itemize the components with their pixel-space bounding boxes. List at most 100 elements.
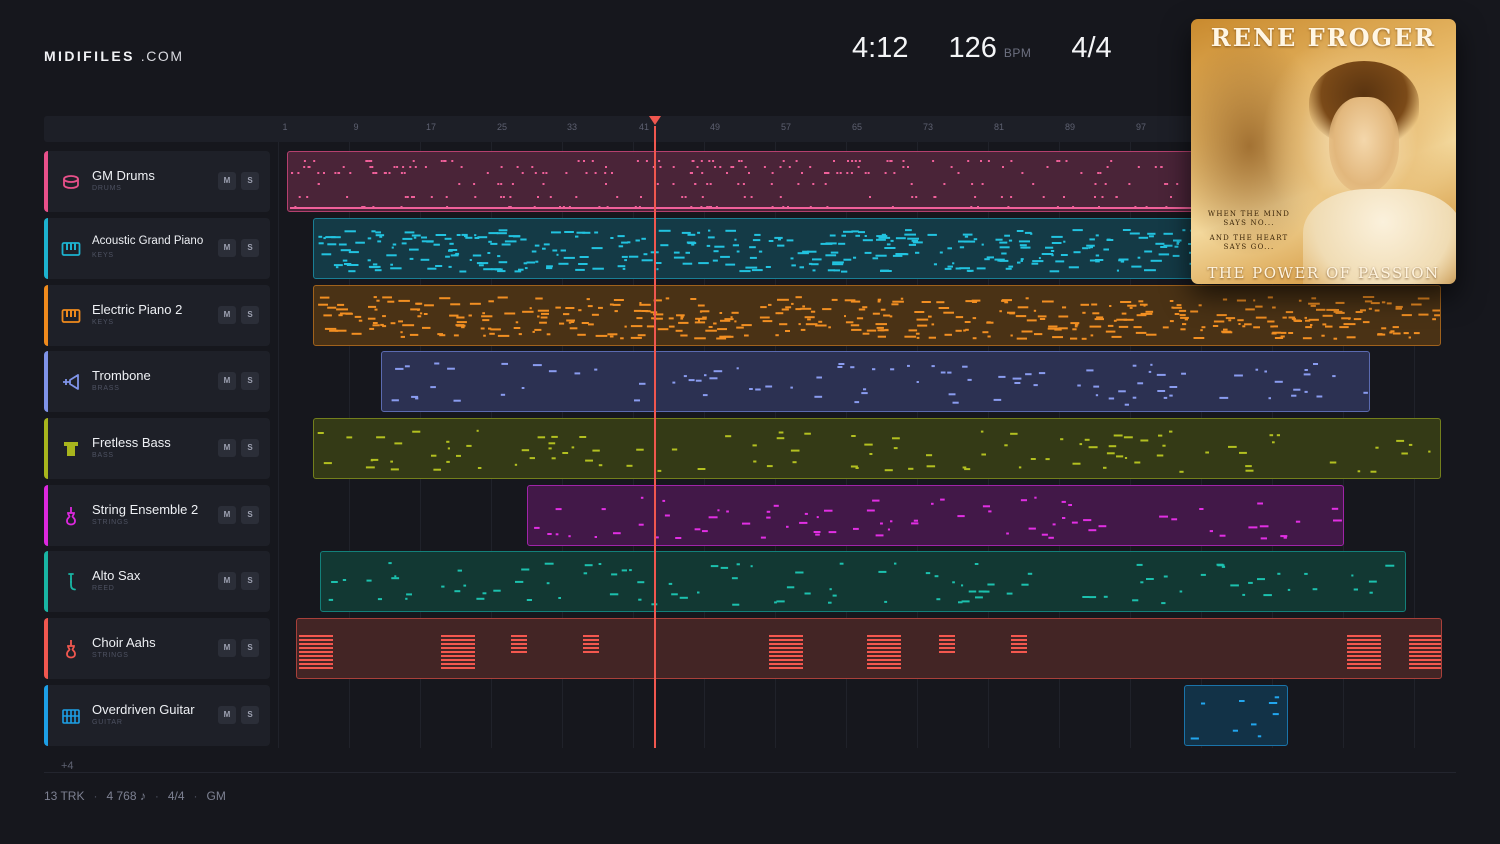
midi-note [660, 244, 669, 247]
midi-note [740, 160, 743, 162]
midi-note [694, 337, 706, 340]
mute-button[interactable]: M [218, 172, 236, 190]
midi-note [388, 172, 391, 174]
midi-note [714, 245, 725, 248]
mute-button[interactable]: M [218, 706, 236, 724]
midi-note [371, 166, 374, 168]
midi-note [585, 459, 593, 462]
track-header[interactable]: GM Drums DRUMS M S [44, 151, 270, 212]
midi-note [1083, 519, 1092, 522]
midi-note [1225, 317, 1236, 320]
solo-button[interactable]: S [241, 572, 259, 590]
midi-note [714, 166, 717, 168]
midi-note [734, 320, 737, 323]
track-header[interactable]: Alto Sax REED M S [44, 551, 270, 612]
midi-clip-guitar[interactable] [1184, 685, 1288, 746]
midi-note [664, 514, 670, 517]
midi-note [839, 562, 844, 565]
solo-button[interactable]: S [241, 239, 259, 257]
midi-note [781, 308, 789, 311]
midi-note [1395, 305, 1403, 308]
solo-button[interactable]: S [241, 439, 259, 457]
transport-stats: 4:12 126 BPM 4/4 [852, 32, 1112, 65]
midi-note [575, 235, 579, 238]
midi-note [577, 333, 586, 336]
mute-button[interactable]: M [218, 639, 236, 657]
more-tracks-indicator[interactable]: +4 [61, 760, 74, 772]
midi-note [961, 600, 970, 603]
track-header[interactable]: String Ensemble 2 STRINGS M S [44, 485, 270, 546]
midi-note [424, 304, 434, 307]
mute-button[interactable]: M [218, 306, 236, 324]
solo-button[interactable]: S [241, 639, 259, 657]
midi-note [426, 240, 434, 243]
solo-button[interactable]: S [241, 306, 259, 324]
midi-clip-electric-piano[interactable] [313, 285, 1441, 346]
playhead[interactable] [654, 126, 656, 748]
track-category: BASS [92, 452, 114, 459]
midi-clip-trombone[interactable] [381, 351, 1370, 412]
mute-button[interactable]: M [218, 572, 236, 590]
mute-button[interactable]: M [218, 506, 236, 524]
midi-note [854, 401, 860, 404]
midi-clip-sax[interactable] [320, 551, 1406, 612]
midi-note [1158, 253, 1170, 256]
midi-clip-choir[interactable] [296, 618, 1442, 679]
midi-note [1408, 443, 1413, 446]
brand-logo[interactable]: MIDIFILES .COM [44, 48, 184, 64]
midi-note [800, 328, 806, 331]
midi-note [672, 381, 676, 384]
track-header[interactable]: Overdriven Guitar GUITAR M S [44, 685, 270, 746]
midi-note [986, 256, 994, 259]
midi-note [621, 569, 627, 572]
midi-note [1111, 335, 1122, 338]
midi-note [376, 436, 386, 439]
midi-note [490, 328, 501, 331]
track-header[interactable]: Trombone BRASS M S [44, 351, 270, 412]
midi-note [1014, 382, 1021, 384]
midi-note [684, 196, 687, 198]
midi-clip-drums[interactable] [287, 151, 1207, 212]
mute-button[interactable]: M [218, 372, 236, 390]
solo-button[interactable]: S [241, 506, 259, 524]
midi-note [726, 172, 728, 174]
track-header[interactable]: Fretless Bass BASS M S [44, 418, 270, 479]
midi-note [456, 324, 466, 327]
midi-note [348, 270, 356, 273]
solo-button[interactable]: S [241, 172, 259, 190]
midi-note [1058, 160, 1061, 162]
midi-note [1110, 160, 1113, 162]
midi-note [1432, 318, 1436, 321]
midi-note [744, 166, 747, 168]
mute-button[interactable]: M [218, 439, 236, 457]
midi-note [967, 378, 972, 381]
midi-clip-bass[interactable] [313, 418, 1441, 479]
midi-note [1095, 234, 1099, 237]
track-category: STRINGS [92, 652, 129, 659]
playhead-handle[interactable] [649, 116, 661, 125]
midi-note [730, 316, 733, 319]
midi-note [1303, 373, 1311, 376]
midi-note [788, 166, 791, 168]
midi-note [866, 509, 875, 512]
track-header[interactable]: Electric Piano 2 KEYS M S [44, 285, 270, 346]
midi-clip-strings[interactable] [527, 485, 1344, 546]
midi-note [1274, 380, 1283, 383]
separator-dot: · [93, 789, 98, 803]
midi-note [1163, 396, 1168, 399]
midi-note [1154, 166, 1157, 168]
midi-note [875, 534, 884, 537]
solo-button[interactable]: S [241, 372, 259, 390]
solo-button[interactable]: S [241, 706, 259, 724]
midi-clip-piano[interactable] [313, 218, 1207, 279]
midi-note [858, 308, 866, 311]
midi-note [1094, 183, 1097, 185]
midi-note [445, 255, 450, 258]
mute-button[interactable]: M [218, 239, 236, 257]
midi-note [1223, 328, 1228, 331]
track-header[interactable]: Acoustic Grand Piano KEYS M S [44, 218, 270, 279]
midi-note [1082, 311, 1086, 314]
track-header[interactable]: Choir Aahs STRINGS M S [44, 618, 270, 679]
midi-note [939, 643, 955, 645]
midi-note [1093, 385, 1100, 388]
